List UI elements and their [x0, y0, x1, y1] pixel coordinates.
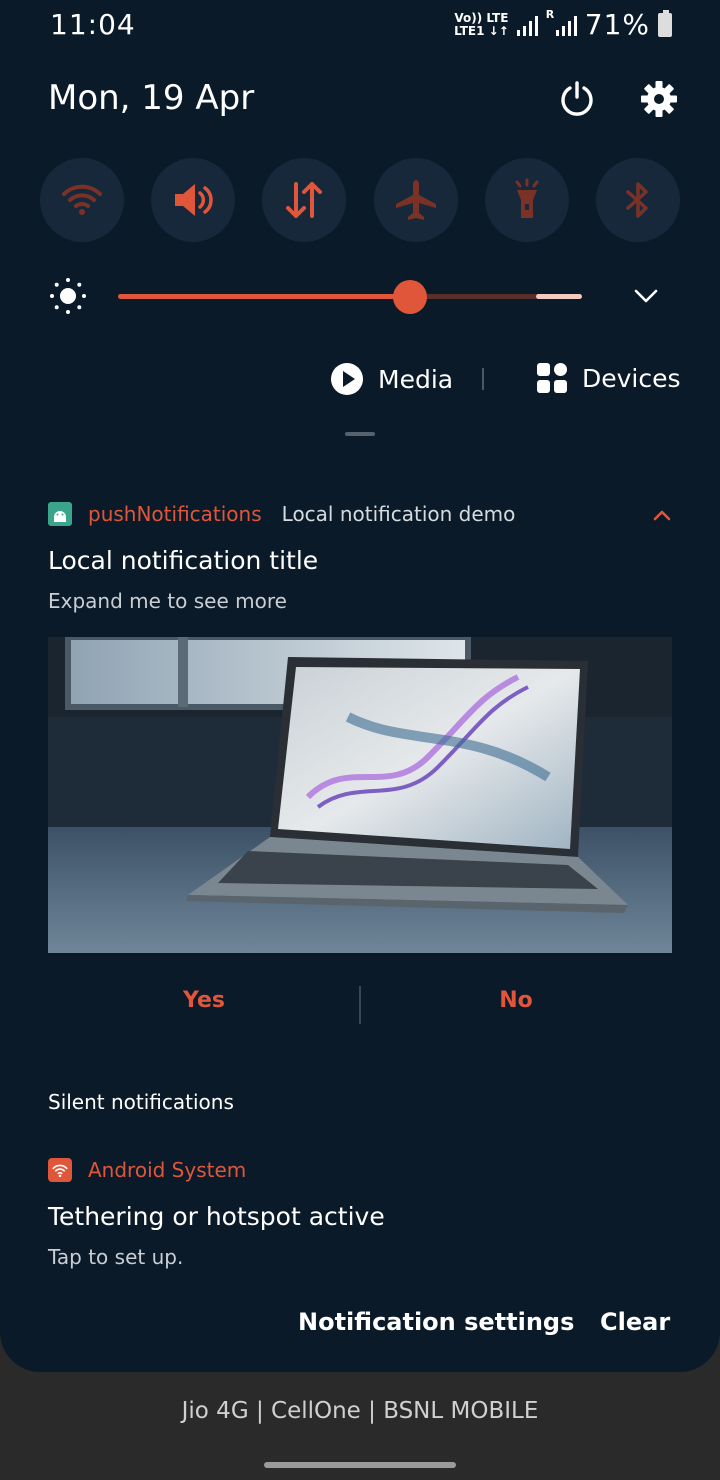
flashlight-icon	[515, 178, 539, 218]
notification-subtitle: Local notification demo	[281, 502, 516, 526]
media-label: Media	[378, 364, 454, 394]
wifi-icon	[62, 184, 102, 215]
status-time: 11:04	[50, 8, 136, 41]
brightness-slider[interactable]	[118, 280, 582, 314]
android-app-icon	[48, 502, 72, 526]
panel-footer: Notification settings Clear	[0, 1304, 720, 1344]
signal-roaming-icon: R	[546, 8, 577, 36]
brightness-end	[536, 294, 582, 299]
notification-card[interactable]: pushNotifications Local notification dem…	[48, 498, 672, 953]
chevron-up-icon[interactable]	[652, 504, 672, 521]
silent-section-label: Silent notifications	[48, 1090, 234, 1114]
devices-grid-icon	[537, 363, 567, 393]
yes-button[interactable]: Yes	[48, 988, 360, 1013]
battery-percent: 71%	[584, 8, 650, 41]
sound-toggle[interactable]	[151, 158, 236, 242]
hotspot-icon	[48, 1158, 72, 1182]
status-icons: Vo)) LTE LTE1 ↓↑ R 71%	[454, 8, 672, 41]
notification-title: Tethering or hotspot active	[48, 1202, 385, 1231]
mobile-data-toggle[interactable]	[262, 158, 347, 242]
media-devices-row: Media Devices	[330, 360, 681, 400]
silent-notification-card[interactable]: Android System Tethering or hotspot acti…	[48, 1154, 672, 1269]
notification-title: Local notification title	[48, 546, 319, 575]
brightness-thumb[interactable]	[393, 280, 427, 314]
media-button[interactable]: Media	[330, 362, 453, 396]
airplane-toggle[interactable]	[373, 158, 458, 242]
bluetooth-toggle[interactable]	[595, 158, 680, 242]
gesture-handle[interactable]	[264, 1462, 456, 1468]
data-arrows-icon	[286, 182, 323, 218]
speaker-icon	[175, 184, 213, 216]
quick-settings-row	[40, 158, 680, 242]
network-type: Vo)) LTE LTE1 ↓↑	[454, 10, 509, 38]
no-button[interactable]: No	[360, 988, 672, 1013]
sun-icon	[48, 276, 88, 316]
power-icon[interactable]	[558, 80, 596, 118]
devices-button[interactable]: Devices	[536, 362, 681, 394]
drag-handle[interactable]	[345, 432, 375, 436]
airplane-icon	[395, 180, 436, 220]
play-icon	[331, 363, 363, 395]
notification-actions: Yes No	[48, 984, 672, 1024]
brightness-row	[48, 276, 680, 316]
signal-icon	[516, 14, 538, 36]
laptop-image	[48, 637, 672, 953]
wifi-toggle[interactable]	[40, 158, 124, 242]
app-name: pushNotifications	[88, 502, 262, 526]
gear-icon[interactable]	[640, 80, 678, 118]
battery-icon	[658, 9, 672, 37]
devices-label: Devices	[582, 363, 681, 393]
clear-button[interactable]: Clear	[600, 1308, 670, 1336]
carrier-label: Jio 4G | CellOne | BSNL MOBILE	[181, 1398, 539, 1424]
chevron-down-icon[interactable]	[632, 284, 660, 308]
notification-settings-button[interactable]: Notification settings	[298, 1308, 574, 1336]
divider	[482, 368, 484, 390]
notification-text: Expand me to see more	[48, 589, 287, 613]
notification-panel: 11:04 Vo)) LTE LTE1 ↓↑ R 71% Mon, 19 Apr	[0, 0, 720, 1372]
date-label: Mon, 19 Apr	[48, 78, 255, 118]
notification-header: Android System	[48, 1154, 672, 1186]
bluetooth-icon	[626, 182, 648, 218]
notification-header: pushNotifications Local notification dem…	[48, 498, 672, 530]
app-name: Android System	[88, 1158, 247, 1182]
status-bar: 11:04 Vo)) LTE LTE1 ↓↑ R 71%	[0, 0, 720, 50]
flashlight-toggle[interactable]	[484, 158, 569, 242]
brightness-fill	[118, 294, 410, 299]
notification-text: Tap to set up.	[48, 1245, 184, 1269]
